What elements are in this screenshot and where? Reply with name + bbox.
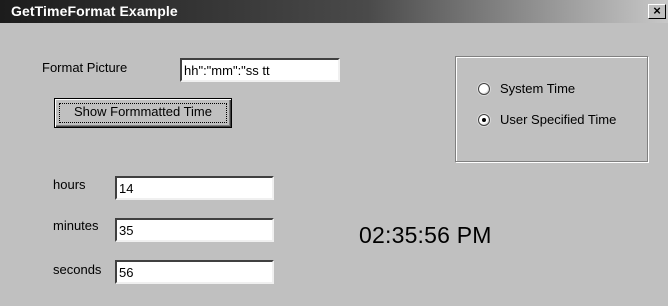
hours-label: hours: [53, 177, 86, 192]
title-bar[interactable]: GetTimeFormat Example ×: [0, 0, 668, 23]
radio-button-icon[interactable]: [478, 83, 490, 95]
show-formatted-time-label: Show Formmatted Time: [74, 104, 212, 119]
radio-user-specified-time-label: User Specified Time: [500, 112, 617, 127]
seconds-input[interactable]: 56: [115, 260, 274, 284]
seconds-label: seconds: [53, 262, 102, 277]
close-icon[interactable]: ×: [648, 4, 666, 19]
dialog-window: GetTimeFormat Example × Format Picture h…: [0, 0, 668, 306]
formatted-time-output: 02:35:56 PM: [359, 222, 492, 248]
format-picture-input[interactable]: hh":"mm":"ss tt: [180, 58, 340, 82]
window-title: GetTimeFormat Example: [11, 3, 178, 19]
radio-system-time-label: System Time: [500, 81, 576, 96]
format-picture-label: Format Picture: [42, 60, 128, 75]
minutes-input[interactable]: 35: [115, 218, 274, 242]
time-source-group: [455, 56, 648, 162]
show-formatted-time-button[interactable]: Show Formmatted Time: [54, 98, 232, 128]
hours-input[interactable]: 14: [115, 176, 274, 200]
radio-button-selected-icon[interactable]: [478, 114, 490, 126]
radio-dot-icon: [482, 118, 486, 122]
minutes-label: minutes: [53, 218, 99, 233]
